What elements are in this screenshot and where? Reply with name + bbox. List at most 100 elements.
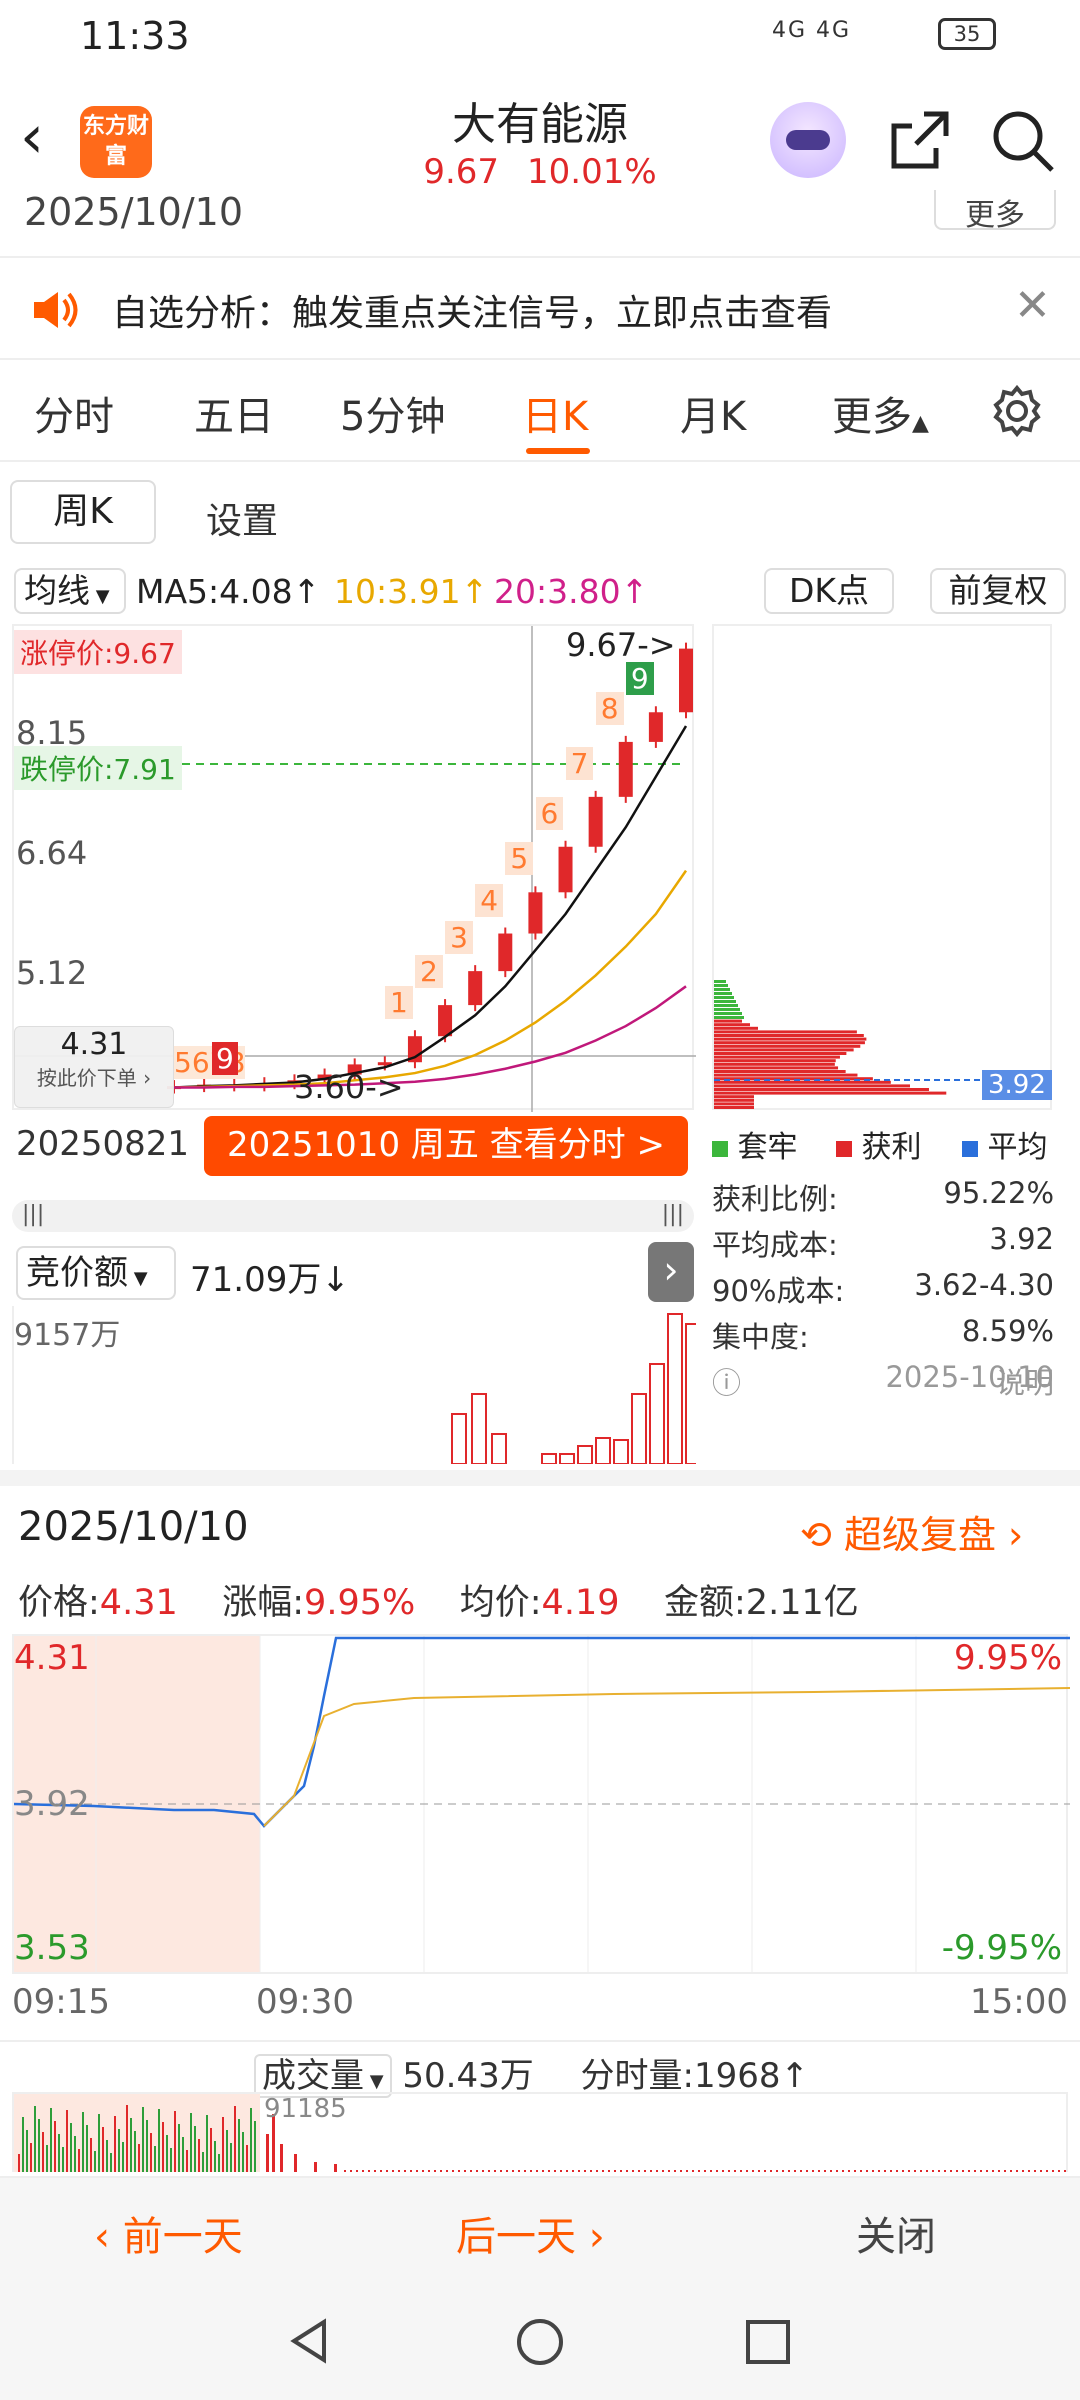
cost-distribution-chart[interactable]: 3.92 — [712, 624, 1054, 1110]
cost-profit-bar — [714, 1098, 754, 1102]
volume-tick — [374, 2170, 376, 2172]
settings-button[interactable]: 设置 — [206, 492, 278, 544]
search-icon[interactable] — [988, 106, 1058, 176]
auction-volume-tick — [86, 2125, 88, 2172]
intraday-date: 2025/10/10 — [18, 1504, 249, 1550]
volume-tick — [944, 2170, 946, 2172]
next-day-button[interactable]: 后一天 › — [456, 2204, 605, 2262]
explain-link[interactable]: 说明 ⓘ — [712, 1366, 1054, 1400]
volume-tick — [368, 2170, 370, 2172]
auction-volume-tick — [102, 2127, 104, 2172]
tab-five-day[interactable]: 五日 — [194, 384, 274, 442]
cost-profit-bar — [714, 1048, 854, 1052]
slider-left-handle[interactable]: ||| — [22, 1202, 44, 1227]
top-more-button[interactable]: 更多 — [934, 190, 1056, 233]
share-icon[interactable] — [884, 106, 954, 176]
cost-profit-bar — [714, 1084, 911, 1088]
volume-tick — [950, 2170, 952, 2172]
volume-tick — [596, 2170, 598, 2172]
avg-price-line — [263, 1687, 1070, 1827]
auction-label: 竞价额 — [26, 1253, 128, 1293]
intraday-change: 9.95% — [304, 1583, 416, 1623]
stat-row: 获利比例: 95.22% — [712, 1176, 1054, 1216]
stat-row: 集中度: 8.59% — [712, 1314, 1054, 1354]
volume-tick — [542, 2170, 544, 2172]
ma-selector[interactable]: 均线 ▼ — [14, 568, 126, 614]
volume-tick — [1010, 2170, 1012, 2172]
price-order-tag[interactable]: 4.31 按此价下单 › — [14, 1026, 174, 1108]
seq-nine-marker: 9 — [212, 1042, 238, 1075]
nav-back-icon[interactable] — [284, 2316, 334, 2366]
auction-volume-tick — [146, 2120, 148, 2172]
auction-volume-tick — [226, 2130, 228, 2172]
seq-marker-7: 7 — [565, 746, 594, 780]
tab-5min[interactable]: 5分钟 — [340, 384, 445, 442]
notice-text: 自选分析：触发重点关注信号，立即点击查看 — [112, 293, 833, 334]
volume-tick — [812, 2170, 814, 2172]
intraday-low-pct: -9.95% — [941, 1928, 1062, 1968]
tab-monthly-k[interactable]: 月K — [680, 384, 746, 442]
speaker-icon — [34, 292, 78, 328]
prev-day-button[interactable]: ‹ 前一天 — [94, 2204, 243, 2262]
legend-average: 平均 — [962, 1122, 1048, 1166]
kline-chart[interactable]: 涨停价:9.67 跌停价:7.91 8.15 6.64 5.12 9.67-> … — [12, 624, 696, 1112]
slider-right-handle[interactable]: ||| — [662, 1202, 684, 1227]
status-time: 11:33 — [80, 14, 190, 58]
auction-volume-bar — [613, 1439, 629, 1465]
tab-more[interactable]: 更多▲ — [832, 384, 929, 442]
legend-trapped-label: 套牢 — [737, 1130, 798, 1165]
super-replay-link[interactable]: ⟲ 超级复盘 › — [800, 1504, 1023, 1559]
volume-tick — [470, 2170, 472, 2172]
auction-selector[interactable]: 竞价额 ▼ — [16, 1246, 176, 1300]
volume-tick — [458, 2170, 460, 2172]
view-intraday-button[interactable]: 20251010 周五 查看分时 > — [204, 1116, 688, 1176]
auction-volume-tick — [70, 2123, 72, 2172]
cost-profit-bar — [714, 1034, 864, 1037]
volume-tick — [392, 2170, 394, 2172]
auction-volume-tick — [158, 2109, 160, 2172]
weekly-k-button[interactable]: 周K — [10, 480, 156, 544]
auction-volume-tick — [230, 2143, 232, 2172]
adjust-button[interactable]: 前复权 — [930, 568, 1066, 614]
volume-tick — [926, 2170, 928, 2172]
volume-tick — [488, 2170, 490, 2172]
auction-volume-tick — [234, 2106, 236, 2172]
auction-volume-tick — [98, 2114, 100, 2172]
caret-down-icon: ▼ — [90, 586, 110, 607]
volume-tick — [266, 2134, 269, 2172]
volume-tick — [530, 2170, 532, 2172]
tab-intraday[interactable]: 分时 — [34, 384, 114, 442]
intraday-volume-chart: 91185 — [12, 2092, 1068, 2172]
dk-point-button[interactable]: DK点 — [764, 568, 894, 614]
volume-tick — [1016, 2170, 1018, 2172]
expand-arrow-icon[interactable]: › — [648, 1242, 694, 1302]
ai-assistant-icon[interactable] — [770, 102, 846, 178]
volume-tick — [986, 2170, 988, 2172]
range-slider[interactable]: ||| ||| — [12, 1200, 694, 1232]
volume-tick — [650, 2170, 652, 2172]
intraday-chart[interactable]: 4.31 3.92 3.53 9.95% -9.95% — [12, 1634, 1070, 1974]
notice-banner[interactable]: 自选分析：触发重点关注信号，立即点击查看 ✕ — [0, 256, 1080, 360]
nav-home-icon[interactable] — [514, 2316, 566, 2368]
volume-tick — [446, 2170, 448, 2172]
volume-tick — [854, 2170, 856, 2172]
legend-profit-label: 获利 — [861, 1130, 922, 1165]
close-button[interactable]: 关闭 — [856, 2204, 936, 2262]
gear-icon[interactable] — [990, 384, 1044, 438]
auction-volume-tick — [74, 2136, 76, 2172]
kline-candle — [528, 892, 543, 934]
volume-tick — [884, 2170, 886, 2172]
volume-tick — [824, 2170, 826, 2172]
close-icon[interactable]: ✕ — [1014, 280, 1051, 331]
volume-tick — [644, 2170, 646, 2172]
volume-tick — [752, 2170, 754, 2172]
auction-volume-tick — [22, 2117, 24, 2172]
tab-daily-k[interactable]: 日K — [522, 384, 588, 442]
volume-tick — [680, 2170, 682, 2172]
nav-recents-icon[interactable] — [744, 2318, 792, 2366]
seq-marker-5: 5 — [505, 842, 534, 876]
auction-volume-tick — [178, 2124, 180, 2172]
volume-tick — [758, 2170, 760, 2172]
cost-profit-bar — [714, 1030, 857, 1034]
volume-tick — [674, 2170, 676, 2172]
